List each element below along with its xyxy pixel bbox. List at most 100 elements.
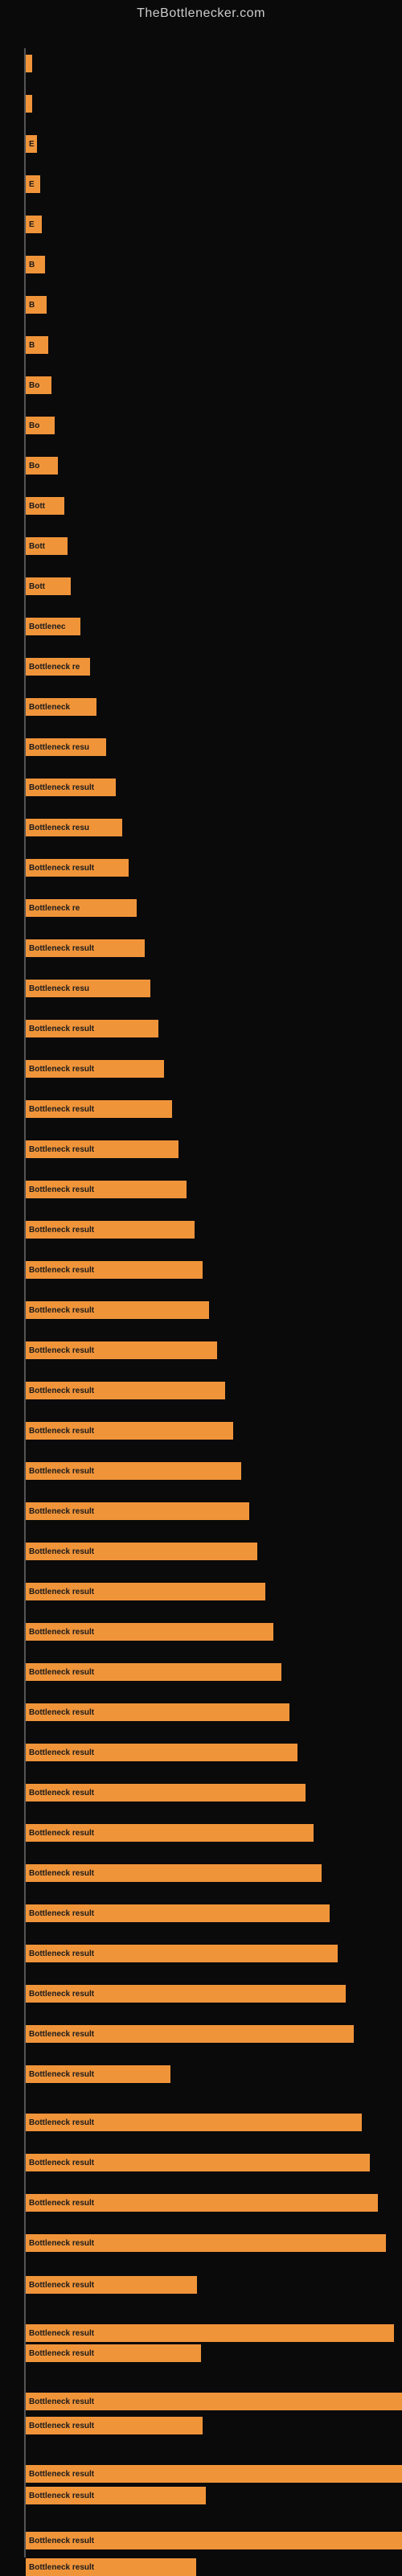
bar-label: Bottleneck resu <box>29 743 89 752</box>
bar-label: Bottleneck result <box>29 2159 94 2167</box>
list-item: Bottleneck result <box>26 1543 257 1560</box>
list-item: Bottleneck result <box>26 1422 233 1440</box>
list-item: Bottleneck result <box>26 1502 249 1520</box>
list-item: Bottleneck result <box>26 1985 346 2003</box>
list-item: Bottleneck result <box>26 2324 394 2342</box>
list-item: Bottleneck result <box>26 2065 170 2083</box>
bar-label: Bottleneck result <box>29 1145 94 1154</box>
list-item: Bottleneck resu <box>26 980 150 997</box>
bar-label: E <box>29 180 35 189</box>
list-item: Bottleneck re <box>26 899 137 917</box>
bar-label: Bottleneck re <box>29 904 80 913</box>
list-item: Bottleneck resu <box>26 738 106 756</box>
bar-label: Bottleneck result <box>29 1065 94 1074</box>
list-item: E <box>26 175 40 193</box>
site-title: TheBottlenecker.com <box>0 0 402 24</box>
list-item: Bottleneck result <box>26 1864 322 1882</box>
bar-label: Bottleneck result <box>29 1949 94 1958</box>
bar-label: Bottleneck result <box>29 1226 94 1235</box>
bar-label: B <box>29 301 35 310</box>
bar-label: Bottleneck result <box>29 2397 94 2406</box>
list-item: E <box>26 135 37 153</box>
bar-label: Bottleneck result <box>29 864 94 873</box>
list-item: Bottleneck result <box>26 1462 241 1480</box>
bar-label: Bott <box>29 582 45 591</box>
bar-label: Bottleneck result <box>29 1748 94 1757</box>
bar-label: Bottleneck result <box>29 2349 94 2358</box>
list-item: Bottleneck result <box>26 2154 370 2171</box>
list-item: Bottleneck result <box>26 1744 297 1761</box>
bar-label: Bottleneck result <box>29 1467 94 1476</box>
list-item: Bottleneck result <box>26 2114 362 2131</box>
bar-label: Bottlenec <box>29 622 66 631</box>
list-item: Bottleneck result <box>26 2393 402 2410</box>
bar-label: Bottleneck result <box>29 1628 94 1637</box>
bar-label: Bottleneck resu <box>29 984 89 993</box>
list-item: Bottleneck result <box>26 1663 281 1681</box>
list-item: Bottleneck result <box>26 2344 201 2362</box>
bar-label: Bottleneck result <box>29 2118 94 2127</box>
list-item: Bottleneck result <box>26 1341 217 1359</box>
bar-label: Bottleneck result <box>29 1789 94 1797</box>
list-item: Bottleneck result <box>26 1020 158 1037</box>
bar-label: Bottleneck result <box>29 2537 94 2545</box>
list-item: Bottleneck result <box>26 1382 225 1399</box>
list-item: Bott <box>26 497 64 515</box>
list-item: Bottleneck result <box>26 2532 402 2549</box>
list-item: Bottleneck result <box>26 1261 203 1279</box>
bar-label: B <box>29 341 35 350</box>
list-item: B <box>26 336 48 354</box>
bar-label: Bottleneck result <box>29 1829 94 1838</box>
list-item: B <box>26 256 45 273</box>
bar-label: Bottleneck result <box>29 2199 94 2208</box>
list-item: Bottleneck result <box>26 1583 265 1600</box>
list-item: Bottlenec <box>26 618 80 635</box>
list-item: Bottleneck result <box>26 1100 172 1118</box>
list-item: Bottleneck result <box>26 1181 187 1198</box>
list-item: Bottleneck result <box>26 1784 306 1802</box>
list-item: Bottleneck result <box>26 1703 289 1721</box>
list-item: Bottleneck result <box>26 1221 195 1239</box>
bar-label: Bottleneck result <box>29 2492 94 2500</box>
bar-label: B <box>29 261 35 269</box>
list-item: Bo <box>26 457 58 475</box>
list-item: Bo <box>26 376 51 394</box>
bar-label: Bottleneck result <box>29 1708 94 1717</box>
bar-label: Bottleneck result <box>29 2239 94 2248</box>
list-item: Bottleneck result <box>26 1301 209 1319</box>
list-item: Bottleneck resu <box>26 819 122 836</box>
bar-label: E <box>29 140 35 149</box>
list-item: Bottleneck result <box>26 2465 402 2483</box>
list-item: Bottleneck result <box>26 2025 354 2043</box>
list-item: Bottleneck result <box>26 779 116 796</box>
list-item: Bottleneck result <box>26 1945 338 1962</box>
list-item: Bottleneck result <box>26 2487 206 2504</box>
bar-label: Bottleneck result <box>29 1547 94 1556</box>
bar-label: Bottleneck <box>29 703 70 712</box>
list-item: Bottleneck result <box>26 1623 273 1641</box>
bar-label: Bottleneck result <box>29 944 94 953</box>
bar-label: Bottleneck result <box>29 1990 94 1999</box>
chart-area: E E E B B B Bo Bo Bo Bott Bott Bott Bottlenec Bottlen… <box>0 24 402 2566</box>
bar-label: Bo <box>29 421 39 430</box>
bar-label: Bottleneck result <box>29 1427 94 1436</box>
bar-label: Bottleneck result <box>29 1185 94 1194</box>
list-item: Bott <box>26 537 68 555</box>
bar-label: Bottleneck result <box>29 2563 94 2572</box>
list-item: Bo <box>26 417 55 434</box>
list-item: E <box>26 216 42 233</box>
list-item: Bottleneck <box>26 698 96 716</box>
list-item: Bottleneck result <box>26 859 129 877</box>
list-item: Bottleneck result <box>26 1060 164 1078</box>
bar-label: Bottleneck result <box>29 1387 94 1395</box>
list-item: B <box>26 296 47 314</box>
bar-label: Bottleneck result <box>29 1668 94 1677</box>
bar-label: Bott <box>29 542 45 551</box>
list-item: Bottleneck result <box>26 2276 197 2294</box>
list-item: Bottleneck result <box>26 1140 178 1158</box>
list-item: Bottleneck result <box>26 1824 314 1842</box>
bar-label: Bottleneck result <box>29 2281 94 2290</box>
bar-label: Bottleneck result <box>29 1507 94 1516</box>
bar-label: Bottleneck result <box>29 2422 94 2430</box>
bar-label: E <box>29 220 35 229</box>
